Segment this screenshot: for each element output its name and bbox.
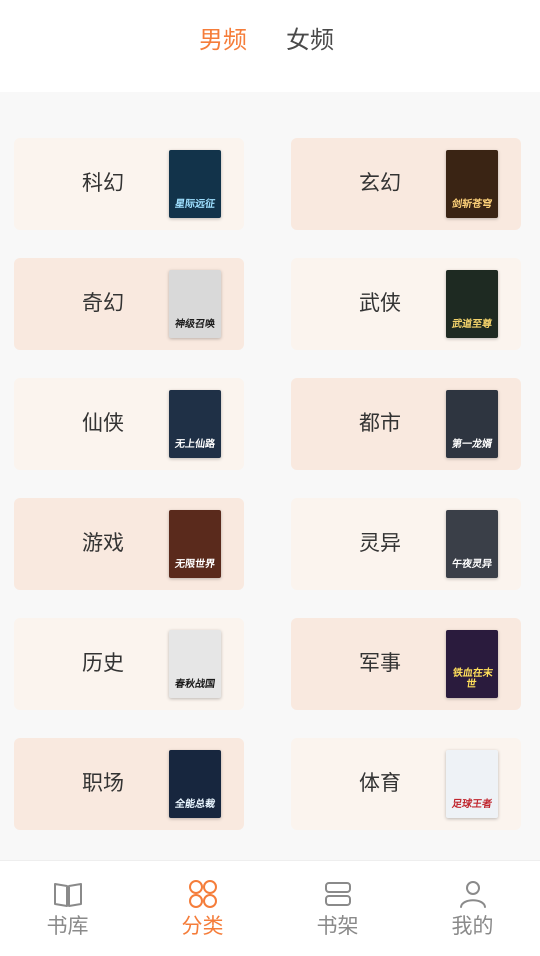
- book-cover-image: 无限世界: [169, 510, 221, 578]
- bottom-nav: 书库 分类 书架 我的: [0, 860, 540, 956]
- category-label: 军事: [359, 651, 401, 675]
- book-cover-image: 全能总裁: [169, 750, 221, 818]
- book-cover-image: 神级召唤: [169, 270, 221, 338]
- bookshelf-icon: [324, 882, 351, 906]
- cover-title: 星际远征: [174, 199, 216, 210]
- book-cover-image: 武道至尊: [446, 270, 498, 338]
- category-content: 科幻 星际远征 玄幻 剑斩苍穹 奇幻 神级召唤 武侠 武道至尊 仙侠 无上仙路 …: [0, 92, 540, 860]
- cover-title: 足球王者: [451, 799, 493, 810]
- category-label: 职场: [82, 771, 124, 795]
- book-cover-image: 第一龙婿: [446, 390, 498, 458]
- nav-library[interactable]: 书库: [0, 861, 135, 956]
- category-card[interactable]: 体育 足球王者: [291, 738, 521, 830]
- tab-female[interactable]: 女频: [286, 24, 334, 56]
- cover-title: 午夜灵异: [451, 559, 493, 570]
- category-card[interactable]: 科幻 星际远征: [14, 138, 244, 230]
- book-cover-image: 星际远征: [169, 150, 221, 218]
- cover-title: 武道至尊: [451, 319, 493, 330]
- nav-label: 分类: [181, 914, 224, 938]
- cover-title: 第一龙婿: [451, 439, 493, 450]
- top-tab-bar: 男频 女频: [0, 0, 540, 92]
- category-card[interactable]: 灵异 午夜灵异: [291, 498, 521, 590]
- book-cover-image: 足球王者: [446, 750, 498, 818]
- category-card[interactable]: 奇幻 神级召唤: [14, 258, 244, 350]
- nav-label: 书架: [316, 914, 359, 938]
- category-card[interactable]: 玄幻 剑斩苍穹: [291, 138, 521, 230]
- cover-title: 全能总裁: [174, 799, 216, 810]
- category-card[interactable]: 职场 全能总裁: [14, 738, 244, 830]
- nav-profile[interactable]: 我的: [405, 861, 540, 956]
- category-label: 都市: [359, 411, 401, 435]
- category-label: 灵异: [359, 531, 401, 555]
- cover-title: 神级召唤: [174, 319, 216, 330]
- category-card[interactable]: 仙侠 无上仙路: [14, 378, 244, 470]
- category-label: 武侠: [359, 291, 401, 315]
- tab-male[interactable]: 男频: [199, 24, 247, 56]
- user-icon: [459, 881, 486, 908]
- book-cover-image: 春秋战国: [169, 630, 221, 698]
- cover-title: 铁血在末世: [452, 668, 494, 690]
- book-cover-image: 铁血在末世: [446, 630, 498, 698]
- nav-label: 书库: [46, 914, 89, 938]
- category-label: 奇幻: [82, 291, 124, 315]
- nav-category[interactable]: 分类: [135, 861, 270, 956]
- category-label: 历史: [82, 651, 124, 675]
- category-label: 仙侠: [82, 411, 124, 435]
- cover-title: 无上仙路: [174, 439, 216, 450]
- category-card[interactable]: 武侠 武道至尊: [291, 258, 521, 350]
- book-cover-image: 午夜灵异: [446, 510, 498, 578]
- category-card[interactable]: 历史 春秋战国: [14, 618, 244, 710]
- category-label: 游戏: [82, 531, 124, 555]
- nav-bookshelf[interactable]: 书架: [270, 861, 405, 956]
- category-card[interactable]: 军事 铁血在末世: [291, 618, 521, 710]
- book-open-icon: [53, 883, 82, 907]
- grid-circles-icon: [188, 880, 217, 908]
- category-label: 体育: [359, 771, 401, 795]
- cover-title: 剑斩苍穹: [451, 199, 493, 210]
- category-label: 科幻: [82, 171, 124, 195]
- cover-title: 春秋战国: [174, 679, 216, 690]
- category-card[interactable]: 都市 第一龙婿: [291, 378, 521, 470]
- cover-title: 无限世界: [174, 559, 216, 570]
- category-label: 玄幻: [359, 171, 401, 195]
- book-cover-image: 剑斩苍穹: [446, 150, 498, 218]
- category-card[interactable]: 游戏 无限世界: [14, 498, 244, 590]
- book-cover-image: 无上仙路: [169, 390, 221, 458]
- nav-label: 我的: [451, 914, 494, 938]
